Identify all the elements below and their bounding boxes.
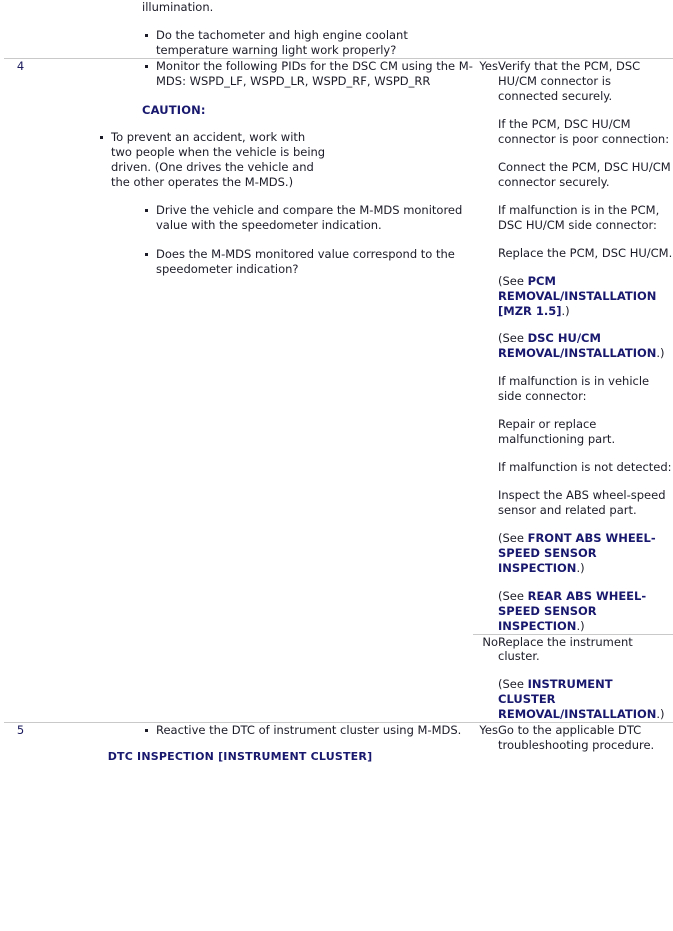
- continued-text: illumination.: [142, 0, 214, 14]
- troubleshooting-table-page: illumination. Do the tachometer and high…: [0, 0, 673, 931]
- table-row: illumination. Do the tachometer and high…: [4, 0, 673, 59]
- inspection-bullet-list-2: Drive the vehicle and compare the M-MDS …: [142, 203, 473, 277]
- result-label: Yes: [479, 59, 498, 74]
- result-cell-yes: Yes: [473, 723, 498, 764]
- reference-suffix: .): [576, 618, 585, 633]
- reference-suffix: .): [561, 303, 570, 318]
- action-paragraph: If malfunction is not detected:: [498, 460, 672, 475]
- caution-text: To prevent an accident, work with two pe…: [111, 129, 326, 190]
- reference-line: (See REAR ABS WHEEL-SPEED SENSOR INSPECT…: [498, 589, 673, 634]
- action-paragraph: Connect the PCM, DSC HU/CM connector sec…: [498, 159, 671, 189]
- reference-prefix: (See: [498, 530, 528, 545]
- reference-suffix: .): [656, 707, 665, 722]
- action-paragraph: Verify that the PCM, DSC HU/CM connector…: [498, 59, 641, 104]
- reference-prefix: (See: [498, 588, 528, 603]
- list-item: Reactive the DTC of instrument cluster u…: [142, 723, 473, 738]
- list-item: Does the M-MDS monitored value correspon…: [142, 247, 473, 277]
- action-paragraph: If the PCM, DSC HU/CM connector is poor …: [498, 117, 670, 147]
- inspection-bullet-list: Do the tachometer and high engine coolan…: [142, 28, 473, 58]
- action-paragraph: If malfunction is in vehicle side connec…: [498, 374, 650, 404]
- reference-line: (See DSC HU/CM REMOVAL/INSTALLATION.): [498, 331, 673, 361]
- action-paragraph: Replace the PCM, DSC HU/CM.: [498, 245, 673, 260]
- action-cell-yes: Go to the applicable DTC troubleshooting…: [498, 723, 673, 764]
- list-item: Monitor the following PIDs for the DSC C…: [142, 59, 473, 89]
- reference-line: (See INSTRUMENT CLUSTER REMOVAL/INSTALLA…: [498, 677, 673, 722]
- step-number-cell: [4, 0, 37, 59]
- result-cell: [473, 0, 498, 59]
- step-number: 4: [16, 59, 25, 74]
- reference-line: (See FRONT ABS WHEEL-SPEED SENSOR INSPEC…: [498, 531, 673, 576]
- list-item: To prevent an accident, work with two pe…: [97, 130, 327, 191]
- inspection-bullet-list: Reactive the DTC of instrument cluster u…: [142, 723, 473, 738]
- action-paragraph: Replace the instrument cluster.: [498, 634, 633, 664]
- inspection-reference-link[interactable]: DTC INSPECTION [INSTRUMENT CLUSTER]: [37, 750, 473, 763]
- result-cell-yes: Yes: [473, 59, 498, 634]
- caution-heading: CAUTION:: [142, 102, 206, 117]
- result-label: Yes: [479, 723, 498, 738]
- action-cell-yes: Verify that the PCM, DSC HU/CM connector…: [498, 59, 673, 634]
- inspection-bullet-list: Monitor the following PIDs for the DSC C…: [142, 59, 473, 89]
- reference-prefix: (See: [498, 677, 528, 692]
- inspection-cell: Monitor the following PIDs for the DSC C…: [37, 59, 473, 723]
- list-item: Drive the vehicle and compare the M-MDS …: [142, 203, 473, 233]
- table-row: 4 Monitor the following PIDs for the DSC…: [4, 58, 673, 634]
- result-label: No: [482, 634, 498, 649]
- action-cell: [498, 0, 673, 59]
- step-number: 5: [16, 723, 25, 738]
- troubleshooting-table: illumination. Do the tachometer and high…: [4, 0, 673, 763]
- result-cell-no: No: [473, 633, 498, 723]
- action-cell-no: Replace the instrument cluster. (See INS…: [498, 633, 673, 723]
- action-paragraph: Repair or replace malfunctioning part.: [498, 417, 616, 447]
- inspection-cell: Reactive the DTC of instrument cluster u…: [37, 723, 473, 763]
- list-item: Do the tachometer and high engine coolan…: [142, 28, 473, 58]
- reference-line: (See PCM REMOVAL/INSTALLATION [MZR 1.5].…: [498, 274, 673, 319]
- reference-suffix: .): [656, 346, 665, 361]
- reference-prefix: (See: [498, 331, 528, 346]
- action-paragraph: If malfunction is in the PCM, DSC HU/CM …: [498, 202, 660, 232]
- reference-suffix: .): [576, 560, 585, 575]
- action-paragraph: Go to the applicable DTC troubleshooting…: [498, 723, 655, 753]
- caution-bullet-list: To prevent an accident, work with two pe…: [97, 130, 327, 191]
- bullet-text: Monitor the following PIDs for the DSC C…: [156, 59, 473, 89]
- step-number-cell: 4: [4, 59, 37, 723]
- bullet-text: Do the tachometer and high engine coolan…: [156, 27, 408, 58]
- action-paragraph: Inspect the ABS wheel-speed sensor and r…: [498, 488, 666, 517]
- table-row: 5 Reactive the DTC of instrument cluster…: [4, 722, 673, 764]
- inspection-cell: illumination. Do the tachometer and high…: [37, 0, 473, 59]
- step-number-cell: 5: [4, 723, 37, 764]
- reference-prefix: (See: [498, 273, 528, 288]
- bullet-text: Reactive the DTC of instrument cluster u…: [156, 723, 462, 738]
- bullet-text: Drive the vehicle and compare the M-MDS …: [156, 203, 463, 233]
- bullet-text: Does the M-MDS monitored value correspon…: [156, 246, 455, 276]
